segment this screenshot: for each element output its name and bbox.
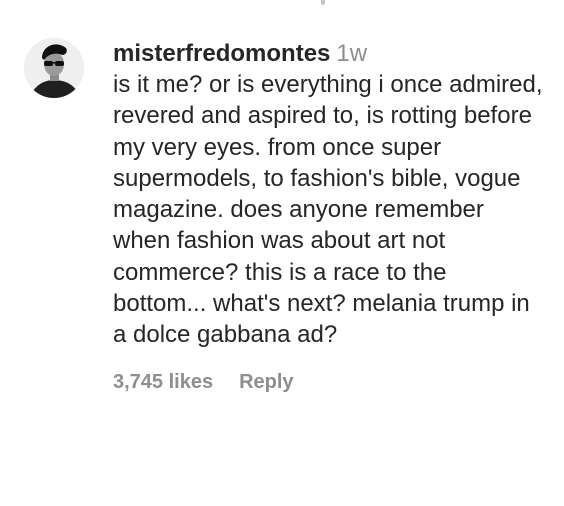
comment-actions: 3,745 likes Reply (113, 371, 553, 394)
profile-avatar-icon[interactable] (24, 38, 84, 98)
top-divider (321, 0, 325, 5)
reply-button[interactable]: Reply (239, 371, 293, 394)
likes-count[interactable]: 3,745 likes (113, 371, 213, 394)
comment-text: is it me? or is everything i once admire… (113, 71, 550, 349)
avatar-image (24, 38, 84, 98)
comment-body: misterfredomontes 1w is it me? or is ever… (113, 38, 553, 394)
comment-header: misterfredomontes 1w (113, 38, 553, 69)
comment-timestamp[interactable]: 1w (336, 40, 367, 67)
username-link[interactable]: misterfredomontes (113, 40, 330, 67)
